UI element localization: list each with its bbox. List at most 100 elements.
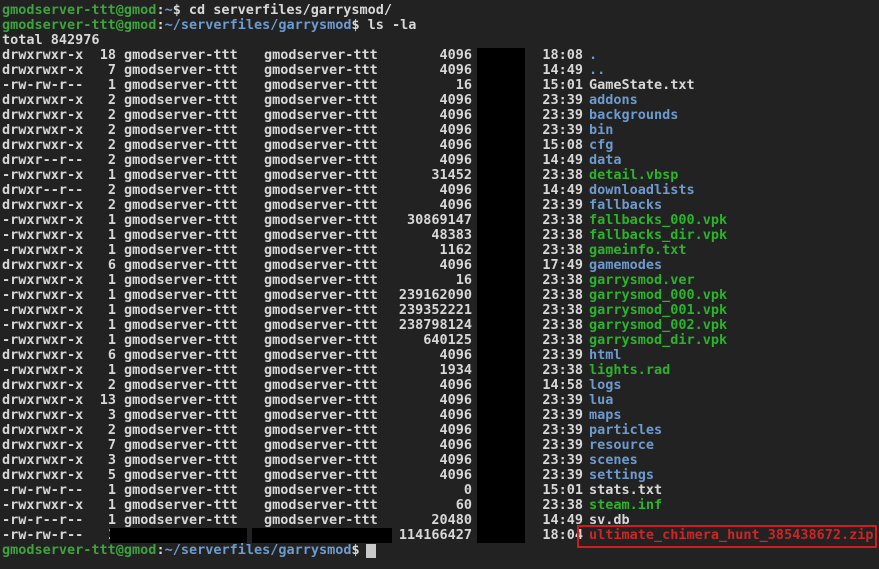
link-count: 1 bbox=[107, 272, 116, 288]
file-permissions: -rwxrwxr-x bbox=[2, 302, 84, 318]
link-count: 5 bbox=[107, 467, 116, 483]
file-name: cfg bbox=[589, 137, 614, 153]
file-permissions: drwxrwxr-x bbox=[2, 137, 84, 153]
redaction-group-cell bbox=[252, 528, 392, 543]
file-size: 4096 bbox=[439, 437, 472, 453]
file-group: gmodserver-ttt bbox=[264, 377, 378, 393]
file-time: 23:38 bbox=[542, 302, 583, 318]
file-size: 239162090 bbox=[398, 287, 472, 303]
file-row: -rwxrwxr-x 1 gmodserver-ttt gmodserver-ttt 3… bbox=[2, 213, 879, 228]
file-row: -rwxrwxr-x 1 gmodserver-ttt gmodserver-ttt 1… bbox=[2, 363, 879, 378]
prompt-user-host: gmodserver-ttt@gmod bbox=[2, 542, 157, 558]
file-time: 23:38 bbox=[542, 332, 583, 348]
prompt-user-host: gmodserver-ttt@gmod bbox=[2, 17, 157, 33]
file-owner: gmodserver-ttt bbox=[124, 122, 238, 138]
file-owner: gmodserver-ttt bbox=[124, 227, 238, 243]
file-time: 14:49 bbox=[542, 182, 583, 198]
file-owner: gmodserver-ttt bbox=[124, 452, 238, 468]
terminal-window[interactable]: gmodserver-ttt@gmod : ~ $ cd serverfiles… bbox=[0, 0, 879, 569]
file-permissions: drwxrwxr-x bbox=[2, 257, 84, 273]
file-name: logs bbox=[589, 377, 622, 393]
file-time: 23:38 bbox=[542, 497, 583, 513]
file-size: 20480 bbox=[431, 512, 472, 528]
file-row: -rwxrwxr-x 1 gmodserver-ttt gmodserver-ttt 4… bbox=[2, 228, 879, 243]
file-time: 23:39 bbox=[542, 407, 583, 423]
file-owner: gmodserver-ttt bbox=[124, 317, 238, 333]
file-time: 18:04 bbox=[542, 527, 583, 543]
file-row: -rw-r--r-- 1 gmodserver-ttt gmodserver-ttt 2… bbox=[2, 513, 879, 528]
file-owner: gmodserver-ttt bbox=[124, 467, 238, 483]
file-size: 1934 bbox=[439, 362, 472, 378]
file-row: drwxr--r-- 2 gmodserver-ttt gmodserver-ttt 4… bbox=[2, 153, 879, 168]
link-count: 1 bbox=[107, 302, 116, 318]
link-count: 1 bbox=[107, 512, 116, 528]
file-name: maps bbox=[589, 407, 622, 423]
file-permissions: drwxrwxr-x bbox=[2, 407, 84, 423]
file-name: addons bbox=[589, 92, 638, 108]
file-size: 30869147 bbox=[406, 212, 472, 228]
file-time: 23:38 bbox=[542, 227, 583, 243]
link-count: 1 bbox=[107, 167, 116, 183]
file-name: backgrounds bbox=[589, 107, 679, 123]
file-row: drwxrwxr-x 3 gmodserver-ttt gmodserver-ttt 4… bbox=[2, 408, 879, 423]
link-count: 1 bbox=[107, 242, 116, 258]
total-text: total 842976 bbox=[2, 32, 100, 48]
link-count: 2 bbox=[107, 197, 116, 213]
link-count: 7 bbox=[107, 62, 116, 78]
file-owner: gmodserver-ttt bbox=[124, 92, 238, 108]
file-time: 23:38 bbox=[542, 212, 583, 228]
file-permissions: drwxrwxr-x bbox=[2, 347, 84, 363]
link-count: 6 bbox=[107, 257, 116, 273]
file-owner: gmodserver-ttt bbox=[124, 257, 238, 273]
link-count: 2 bbox=[107, 422, 116, 438]
file-permissions: -rwxrwxr-x bbox=[2, 317, 84, 333]
link-count: 1 bbox=[107, 497, 116, 513]
file-owner: gmodserver-ttt bbox=[124, 197, 238, 213]
file-permissions: -rw-rw-r-- bbox=[2, 77, 84, 93]
link-count: 2 bbox=[107, 107, 116, 123]
file-group: gmodserver-ttt bbox=[264, 362, 378, 378]
file-row: drwxrwxr-x 5 gmodserver-ttt gmodserver-ttt 4… bbox=[2, 468, 879, 483]
file-row: drwxr--r-- 2 gmodserver-ttt gmodserver-ttt 4… bbox=[2, 183, 879, 198]
file-size: 16 bbox=[455, 272, 472, 288]
file-time: 23:39 bbox=[542, 122, 583, 138]
file-permissions: drwxr--r-- bbox=[2, 152, 84, 168]
file-permissions: -rwxrwxr-x bbox=[2, 287, 84, 303]
file-row: drwxrwxr-x 2 gmodserver-ttt gmodserver-ttt 4… bbox=[2, 423, 879, 438]
file-size: 4096 bbox=[439, 182, 472, 198]
file-listing: drwxrwxr-x 18 gmodserver-ttt gmodserver-ttt… bbox=[2, 48, 879, 543]
file-size: 4096 bbox=[439, 422, 472, 438]
file-permissions: -rwxrwxr-x bbox=[2, 227, 84, 243]
command-ls: ls -la bbox=[367, 17, 417, 33]
file-size: 1162 bbox=[439, 242, 472, 258]
file-size: 4096 bbox=[439, 407, 472, 423]
prompt-line-2: gmodserver-ttt@gmod : ~/serverfiles/garr… bbox=[2, 18, 879, 33]
file-permissions: -rwxrwxr-x bbox=[2, 167, 84, 183]
link-count: 2 bbox=[107, 92, 116, 108]
link-count: 1 bbox=[107, 212, 116, 228]
file-size: 4096 bbox=[439, 392, 472, 408]
file-name: garrysmod_002.vpk bbox=[589, 317, 728, 333]
file-size: 4096 bbox=[439, 197, 472, 213]
file-row: drwxrwxr-x 2 gmodserver-ttt gmodserver-ttt 4… bbox=[2, 108, 879, 123]
file-time: 23:38 bbox=[542, 317, 583, 333]
file-size: 48383 bbox=[431, 227, 472, 243]
prompt-line-3: gmodserver-ttt@gmod : ~/serverfiles/garr… bbox=[2, 543, 879, 558]
file-size: 4096 bbox=[439, 47, 472, 63]
file-time: 23:39 bbox=[542, 422, 583, 438]
file-name: ultimate_chimera_hunt_385438672.zip bbox=[589, 527, 874, 543]
file-owner: gmodserver-ttt bbox=[124, 77, 238, 93]
file-name: lua bbox=[589, 392, 614, 408]
file-owner: gmodserver-ttt bbox=[124, 347, 238, 363]
file-row: drwxrwxr-x 2 gmodserver-ttt gmodserver-ttt 4… bbox=[2, 198, 879, 213]
file-group: gmodserver-ttt bbox=[264, 467, 378, 483]
file-row: -rw-rw-r-- 1 gmodserver-ttt gmodserver-ttt 1… bbox=[2, 78, 879, 93]
link-count: 2 bbox=[107, 152, 116, 168]
file-permissions: -rwxrwxr-x bbox=[2, 332, 84, 348]
file-size: 0 bbox=[463, 482, 472, 498]
file-permissions: drwxrwxr-x bbox=[2, 467, 84, 483]
file-owner: gmodserver-ttt bbox=[124, 62, 238, 78]
file-size: 4096 bbox=[439, 257, 472, 273]
file-row: -rwxrwxr-x 1 gmodserver-ttt gmodserver-ttt 3… bbox=[2, 168, 879, 183]
file-row: drwxrwxr-x 2 gmodserver-ttt gmodserver-ttt 4… bbox=[2, 138, 879, 153]
